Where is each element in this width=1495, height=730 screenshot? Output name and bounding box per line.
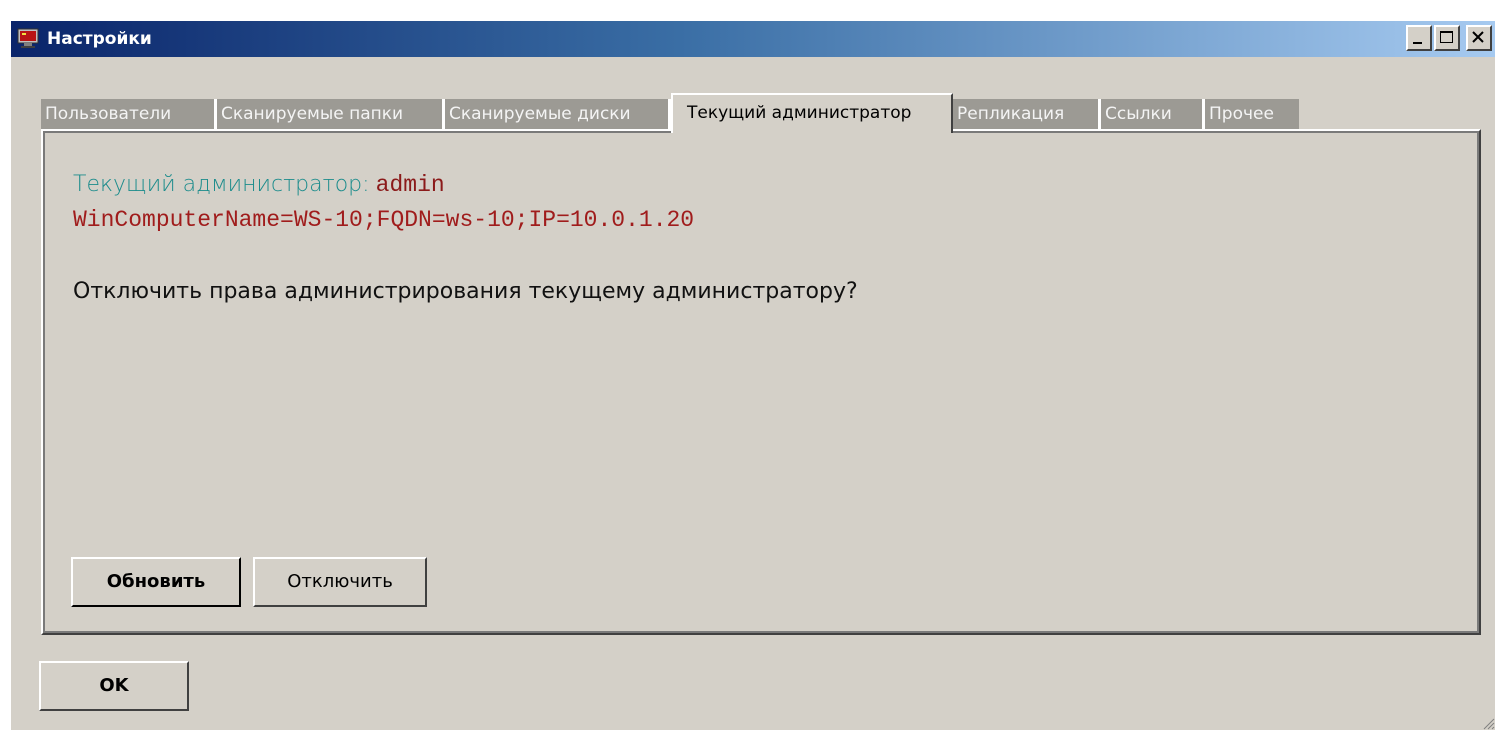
- window-title: Настройки: [47, 29, 152, 49]
- resize-grip-icon[interactable]: [1481, 716, 1495, 730]
- ok-button[interactable]: OK: [39, 661, 189, 711]
- current-admin-label: Текущий администратор:: [73, 172, 370, 197]
- tab-replication[interactable]: Репликация: [953, 99, 1101, 129]
- minimize-button[interactable]: [1406, 25, 1432, 51]
- computer-info: WinComputerName=WS-10;FQDN=ws-10;IP=10.0…: [73, 207, 695, 233]
- maximize-icon: [1440, 31, 1453, 43]
- maximize-button[interactable]: [1434, 25, 1460, 51]
- tab-other[interactable]: Прочее: [1205, 99, 1299, 129]
- minimize-icon: [1413, 42, 1422, 44]
- tab-scanned-disks[interactable]: Сканируемые диски: [445, 99, 671, 129]
- disable-rights-question: Отключить права администрирования текуще…: [73, 279, 858, 304]
- monitor-icon: [17, 28, 39, 48]
- tab-panel: Текущий администратор: admin WinComputer…: [41, 129, 1481, 635]
- current-admin-value: admin: [375, 172, 445, 198]
- close-button[interactable]: [1466, 25, 1492, 51]
- title-bar[interactable]: Настройки: [11, 21, 1495, 57]
- refresh-button[interactable]: Обновить: [71, 557, 241, 607]
- current-admin-line: Текущий администратор: admin: [73, 169, 445, 200]
- settings-window: Настройки Пользователи Сканируемые папки…: [10, 20, 1495, 730]
- tab-scanned-folders[interactable]: Сканируемые папки: [217, 99, 445, 129]
- tab-current-admin[interactable]: Текущий администратор: [671, 93, 953, 133]
- tab-users[interactable]: Пользователи: [41, 99, 217, 129]
- disable-button[interactable]: Отключить: [253, 557, 427, 607]
- close-icon: [1472, 31, 1484, 43]
- tab-links[interactable]: Ссылки: [1101, 99, 1205, 129]
